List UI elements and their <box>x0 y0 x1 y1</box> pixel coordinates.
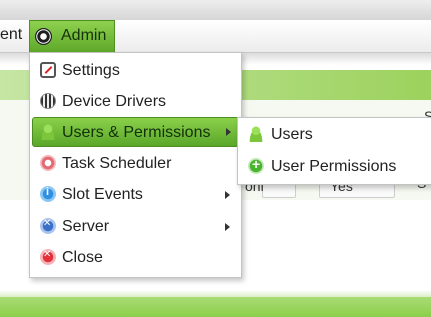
menu-item-task-scheduler[interactable]: Task Scheduler <box>34 149 237 179</box>
info-icon <box>40 186 56 202</box>
menu-item-label: Close <box>62 249 103 266</box>
menu-item-partial[interactable]: ent <box>0 26 22 44</box>
server-icon <box>40 218 56 234</box>
admin-menu-button[interactable]: Admin <box>29 20 115 52</box>
menu-item-label: Server <box>62 218 110 235</box>
admin-dropdown-menu: Settings Device Drivers Users & Permissi… <box>29 52 242 278</box>
submenu-item-label: User Permissions <box>271 158 397 175</box>
users-icon <box>40 124 56 140</box>
menu-item-label: Slot Events <box>62 186 143 203</box>
submenu-arrow-icon <box>226 128 231 136</box>
gear-icon <box>35 28 52 45</box>
settings-icon <box>40 62 56 78</box>
submenu-arrow-icon <box>225 191 230 199</box>
submenu-item-user-permissions[interactable]: User Permissions <box>242 152 428 182</box>
menu-item-settings[interactable]: Settings <box>34 56 237 86</box>
menu-item-server[interactable]: Server <box>34 212 237 242</box>
clock-icon <box>40 155 56 171</box>
menu-item-close[interactable]: Close <box>34 243 237 273</box>
submenu-item-label: Users <box>271 126 313 143</box>
close-icon <box>40 249 56 265</box>
user-icon <box>248 126 264 142</box>
submenu-arrow-icon <box>225 223 230 231</box>
menu-item-label: Settings <box>62 62 120 79</box>
menu-item-users-permissions[interactable]: Users & Permissions <box>32 117 239 147</box>
footer-shadow <box>0 290 431 297</box>
footer-band <box>0 297 431 317</box>
submenu-item-users[interactable]: Users <box>242 120 428 150</box>
menu-item-label: Users & Permissions <box>62 124 211 141</box>
device-drivers-icon <box>40 93 56 109</box>
window-top-band <box>0 0 431 21</box>
menu-item-device-drivers[interactable]: Device Drivers <box>34 87 237 117</box>
admin-menu-label: Admin <box>61 27 107 44</box>
menu-item-label: Task Scheduler <box>62 155 172 172</box>
menu-item-slot-events[interactable]: Slot Events <box>34 180 237 210</box>
add-permission-icon <box>248 156 264 174</box>
users-permissions-submenu: Users User Permissions <box>237 117 431 185</box>
menu-item-label: Device Drivers <box>62 93 167 110</box>
